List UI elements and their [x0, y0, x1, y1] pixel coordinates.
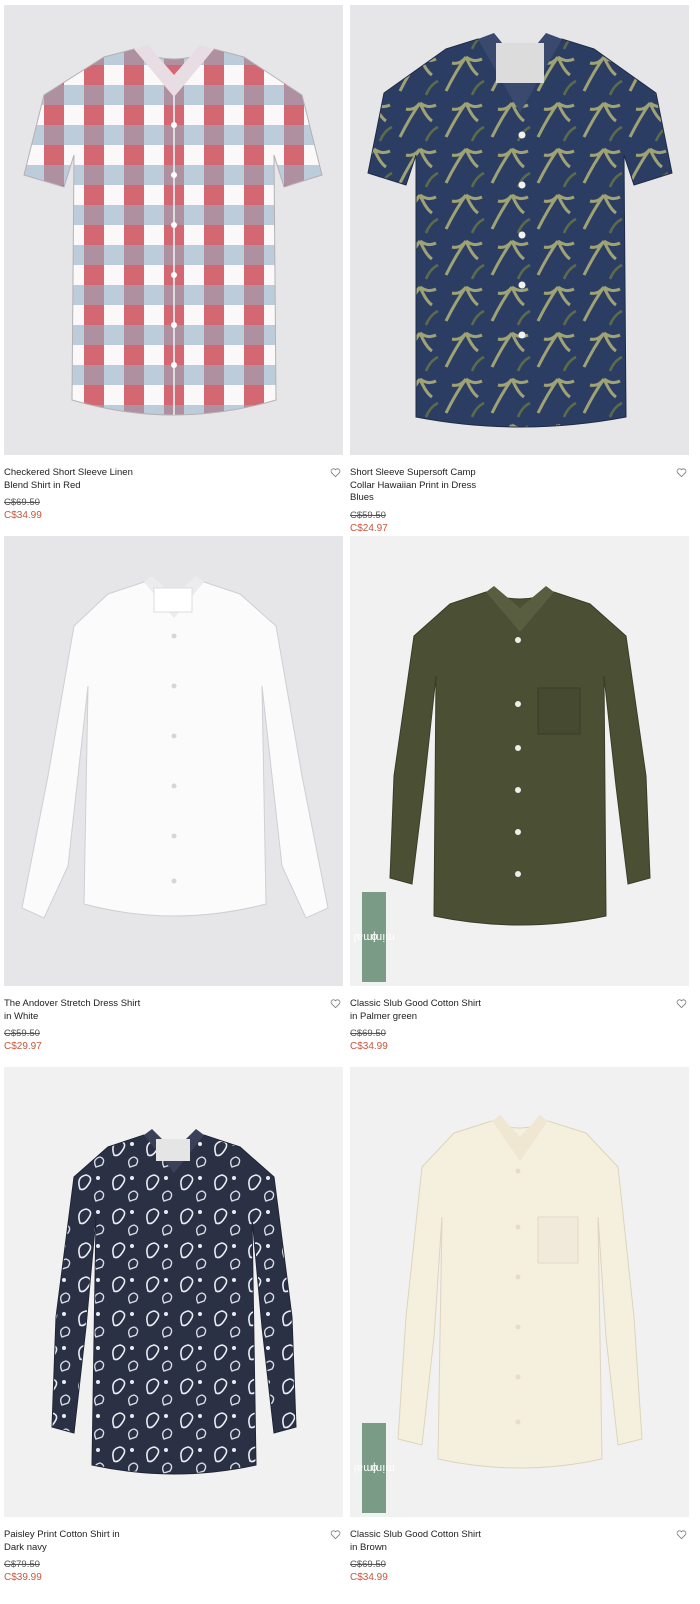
original-price: C$69.50	[4, 497, 40, 508]
original-price: C$69.50	[350, 1028, 386, 1039]
original-price: C$59.50	[350, 509, 386, 521]
sale-price: C$39.99	[4, 1572, 42, 1583]
product-title[interactable]: Classic Slub Good Cotton Shirt in Brown	[350, 1529, 490, 1554]
product-image[interactable]: ϕ minimal	[350, 536, 689, 986]
product-title[interactable]: Classic Slub Good Cotton Shirt in Palmer…	[350, 998, 490, 1023]
heart-outline-icon[interactable]	[330, 998, 341, 1009]
product-image[interactable]	[4, 5, 343, 455]
product-image[interactable]	[4, 536, 343, 986]
product-title[interactable]: Short Sleeve Supersoft Camp Collar Hawai…	[350, 467, 480, 505]
product-image[interactable]	[4, 1067, 343, 1517]
sale-price: C$34.99	[350, 1041, 388, 1052]
product-title[interactable]: The Andover Stretch Dress Shirt in White	[4, 998, 144, 1023]
original-price: C$79.50	[4, 1559, 40, 1570]
heart-outline-icon[interactable]	[330, 467, 341, 478]
sale-price: C$29.97	[4, 1041, 42, 1052]
heart-outline-icon[interactable]	[676, 467, 687, 478]
heart-outline-icon[interactable]	[330, 1529, 341, 1540]
minimal-badge: ϕ minimal	[353, 1423, 395, 1513]
minimal-badge: ϕ minimal	[353, 892, 395, 982]
original-price: C$69.50	[350, 1559, 386, 1570]
sale-price: C$34.99	[4, 510, 42, 521]
product-image[interactable]	[350, 5, 689, 455]
product-title[interactable]: Checkered Short Sleeve Linen Blend Shirt…	[4, 467, 144, 492]
original-price: C$59.50	[4, 1028, 40, 1039]
sale-price: C$34.99	[350, 1572, 388, 1583]
heart-outline-icon[interactable]	[676, 1529, 687, 1540]
product-title[interactable]: Paisley Print Cotton Shirt in Dark navy	[4, 1529, 144, 1554]
heart-outline-icon[interactable]	[676, 998, 687, 1009]
product-image[interactable]: ϕ minimal	[350, 1067, 689, 1517]
sale-price: C$24.97	[350, 522, 388, 534]
